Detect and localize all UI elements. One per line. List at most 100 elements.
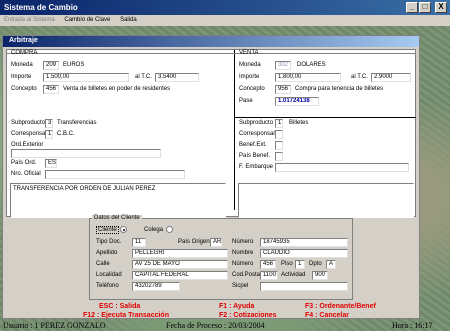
localidad-label: Localidad	[96, 272, 122, 278]
venta-moneda-label: Moneda	[239, 62, 261, 68]
radio-colega[interactable]	[166, 226, 173, 233]
actividad-label: Actividad	[281, 272, 306, 278]
close-button[interactable]: X	[435, 2, 447, 13]
compra-corresponsal-label: Corresponsal	[11, 131, 47, 137]
ord-exterior-label: Ord.Exterior	[11, 142, 44, 148]
compra-moneda-name: EUROS	[63, 62, 85, 68]
status-fecha: Fecha de Proceso : 20/03/2004	[166, 321, 265, 330]
numero-label: Número	[232, 239, 254, 245]
pais-benef-field[interactable]	[275, 152, 283, 161]
ord-exterior-field[interactable]	[11, 149, 161, 158]
venta-concepto-code[interactable]: 956	[275, 85, 291, 94]
fkey-f4: F4 : Cancelar	[305, 312, 349, 319]
fkey-f2: F2 : Cotizaciones	[219, 312, 277, 319]
fkey-f1: F1 : Ayuda	[219, 303, 255, 310]
benef-ext-field[interactable]	[275, 141, 283, 150]
compra-importe-label: Importe	[11, 74, 32, 80]
fkey-f12: F12 : Ejecuta Transacción	[83, 312, 169, 319]
menu-salida[interactable]: Salida	[120, 17, 137, 23]
numero2-field[interactable]: 456	[260, 260, 276, 269]
nro-oficial-label: Nro. Oficial	[11, 171, 41, 177]
actividad-field[interactable]: 900	[312, 271, 328, 280]
telefono-field[interactable]: 43202789	[132, 282, 180, 291]
numero2-label: Número	[232, 261, 254, 267]
venta-subproducto-name: Billetes	[289, 120, 309, 126]
window-titlebar: Sistema de Cambio	[0, 0, 450, 15]
f-embarque-field[interactable]	[275, 163, 409, 172]
venta-importe-label: Importe	[239, 74, 260, 80]
radio-colega-label[interactable]: Colega	[144, 227, 163, 233]
pais-origen-label: País Origen	[178, 239, 210, 245]
compra-subproducto-name: Transferencias	[57, 120, 97, 126]
venta-moneda-code[interactable]: 302	[275, 61, 291, 70]
compra-header: COMPRA	[11, 50, 38, 56]
venta-memo[interactable]	[238, 183, 414, 218]
venta-tc-field[interactable]: 2.9000	[371, 73, 411, 82]
maximize-button[interactable]: □	[419, 2, 431, 13]
venta-header: VENTA	[239, 50, 259, 56]
calle-label: Calle	[96, 261, 110, 267]
compra-concepto-label: Concepto	[11, 86, 37, 92]
telefono-label: Teléfono	[96, 283, 119, 289]
compra-importe-field[interactable]: 1.500,00	[43, 73, 129, 82]
pais-ord-field[interactable]: ES	[45, 159, 57, 168]
minimize-button[interactable]: _	[406, 2, 418, 13]
arbitraje-dialog: Arbitraje COMPRA Moneda 209 EUROS Import…	[2, 35, 420, 319]
dpto-field[interactable]: A	[326, 260, 336, 269]
calle-field[interactable]: AV 25 DE MAYO	[132, 260, 228, 269]
nro-oficial-field[interactable]	[45, 170, 185, 179]
compra-subproducto-label: Subproducto	[11, 120, 46, 126]
compra-concepto-code[interactable]: 456	[43, 85, 59, 94]
f-embarque-label: F. Embarque	[239, 164, 274, 170]
sicpel-field[interactable]	[260, 282, 348, 291]
sicpel-label: Sicpel	[232, 283, 249, 289]
venta-concepto-desc: Compra para tenencia de billetes	[295, 86, 384, 92]
compra-concepto-desc: Venta de billetes en poder de residentes	[63, 86, 171, 92]
status-hora: Hora : 16:17	[392, 321, 433, 330]
nombre-field[interactable]: CLAUDIO	[260, 249, 348, 258]
fkey-esc: ESC : Salida	[99, 303, 141, 310]
radio-cliente[interactable]	[120, 226, 127, 233]
apellido-label: Apellido	[96, 250, 118, 256]
compra-tc-field[interactable]: 3.5400	[155, 73, 199, 82]
venta-separator	[234, 117, 416, 118]
cod-postal-label: Cod.Postal	[232, 272, 262, 278]
venta-subproducto-code[interactable]: 1	[275, 119, 283, 128]
dialog-title: Arbitraje	[3, 36, 419, 47]
pais-origen-field[interactable]: AR	[210, 238, 222, 247]
venta-moneda-name: DOLARES	[297, 62, 326, 68]
venta-pase-field[interactable]: 1.01724138	[275, 97, 319, 106]
venta-corresponsal-code[interactable]	[275, 130, 283, 139]
tipo-doc-field[interactable]: 11	[132, 238, 146, 247]
compra-moneda-label: Moneda	[11, 62, 33, 68]
compra-corresponsal-code[interactable]: 1	[45, 130, 53, 139]
dpto-label: Dpto	[309, 261, 322, 267]
pais-benef-label: País Benef.	[239, 153, 271, 159]
operation-panel: COMPRA Moneda 209 EUROS Importe 1.500,00…	[6, 49, 416, 218]
compra-tc-label: al T.C.	[135, 74, 152, 80]
cod-postal-field[interactable]: 1100	[260, 271, 278, 280]
panel-divider	[234, 50, 235, 210]
piso-field[interactable]: 1	[295, 260, 305, 269]
benef-ext-label: Benef.Ext.	[239, 142, 267, 148]
compra-memo[interactable]: TRANSFERENCIA POR ORDEN DE JULIAN PEREZ	[10, 183, 226, 218]
status-bar: Usuario : 1 PEREZ GONZALO Fecha de Proce…	[0, 321, 450, 331]
radio-cliente-label[interactable]: Cliente	[96, 226, 119, 234]
piso-label: Piso	[281, 261, 293, 267]
venta-concepto-label: Concepto	[239, 86, 265, 92]
numero-field[interactable]: 18745935	[260, 238, 348, 247]
compra-corresponsal-name: C.B.C.	[57, 131, 75, 137]
compra-moneda-code[interactable]: 209	[43, 61, 59, 70]
venta-subproducto-label: Subproducto	[239, 120, 274, 126]
menu-bar: Entrada al Sistema Cambio de Clave Salid…	[0, 15, 450, 26]
compra-subproducto-code[interactable]: 3	[45, 119, 53, 128]
tipo-doc-label: Tipo Doc.	[96, 239, 122, 245]
apellido-field[interactable]: PELLEGRI	[132, 249, 228, 258]
localidad-field[interactable]: CAPITAL FEDERAL	[132, 271, 228, 280]
venta-importe-field[interactable]: 1.800,00	[275, 73, 341, 82]
menu-cambio-de-clave[interactable]: Cambio de Clave	[64, 17, 110, 23]
client-data-box: Datos del Cliente Cliente Colega Tipo Do…	[89, 215, 353, 300]
menu-entrada-al-sistema[interactable]: Entrada al Sistema	[4, 17, 55, 23]
pais-ord-label: País Ord.	[11, 160, 37, 166]
status-usuario: Usuario : 1 PEREZ GONZALO	[3, 321, 106, 330]
